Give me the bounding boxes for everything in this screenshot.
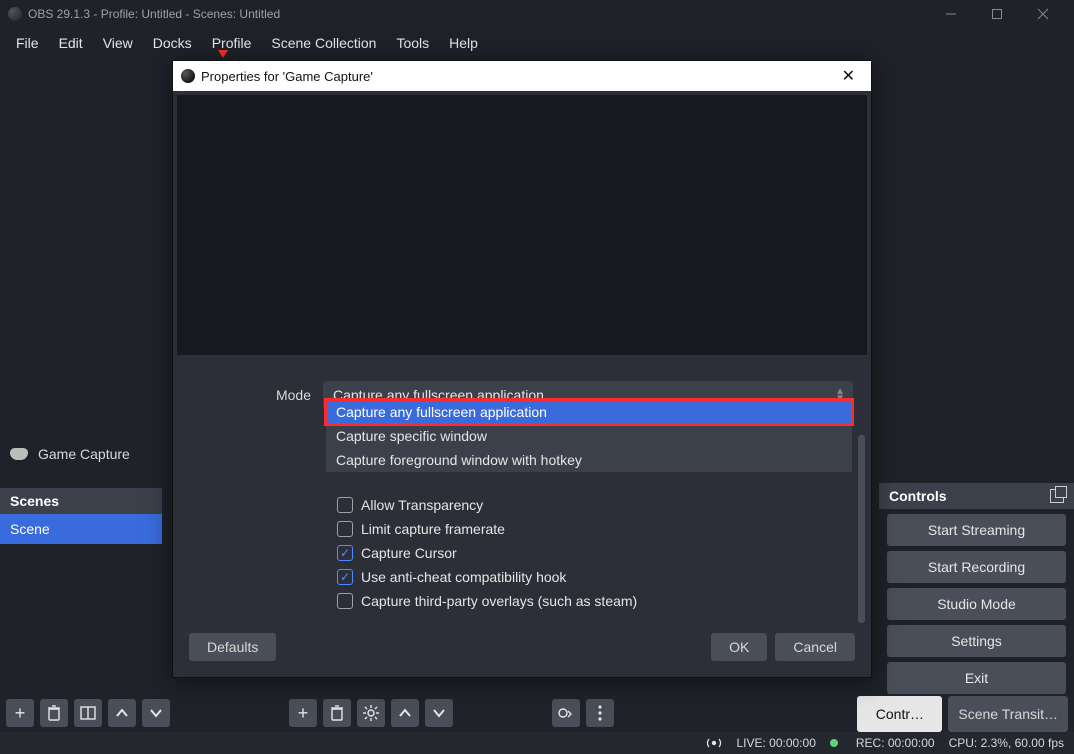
checkbox-icon [337,521,353,537]
controls-dock: Controls Start Streaming Start Recording… [879,483,1074,699]
studio-mode-button[interactable]: Studio Mode [887,588,1066,620]
dialog-form: Mode Capture any fullscreen application … [173,359,871,621]
thirdparty-overlays-row[interactable]: Capture third-party overlays (such as st… [337,593,853,609]
rec-dot-icon [830,739,838,747]
add-scene-button[interactable]: + [6,699,34,727]
allow-transparency-row[interactable]: Allow Transparency [337,497,853,513]
start-streaming-button[interactable]: Start Streaming [887,514,1066,546]
left-docks: Game Capture Scenes Scene [0,438,162,694]
settings-button[interactable]: Settings [887,625,1066,657]
menu-view[interactable]: View [93,31,143,55]
annotation-arrow-icon [218,50,228,58]
minimize-button[interactable] [928,0,974,28]
dialog-scrollbar[interactable] [858,435,865,623]
mixer-menu-button[interactable] [586,699,614,727]
source-move-down-button[interactable] [425,699,453,727]
status-cpu: CPU: 2.3%, 60.00 fps [949,736,1064,750]
dialog-title: Properties for 'Game Capture' [201,69,373,84]
exit-button[interactable]: Exit [887,662,1066,694]
remove-source-button[interactable] [323,699,351,727]
dialog-titlebar[interactable]: Properties for 'Game Capture' ✕ [173,61,871,91]
checkbox-label: Limit capture framerate [361,521,505,537]
checkbox-label: Allow Transparency [361,497,483,513]
source-preview [177,95,867,355]
tab-scene-transitions[interactable]: Scene Transit… [948,696,1068,732]
properties-dialog: Properties for 'Game Capture' ✕ Mode Cap… [172,60,872,678]
anticheat-row[interactable]: ✓ Use anti-cheat compatibility hook [337,569,853,585]
tab-controls[interactable]: Contr… [857,696,942,732]
scenes-toolbar: + [6,699,170,727]
obs-logo-icon [181,69,195,83]
mode-option-fullscreen[interactable]: Capture any fullscreen application [326,400,852,424]
defaults-button[interactable]: Defaults [189,633,276,661]
close-button[interactable] [1020,0,1066,28]
menu-scene-collection[interactable]: Scene Collection [261,31,386,55]
checkbox-label: Capture third-party overlays (such as st… [361,593,637,609]
checkbox-icon [337,593,353,609]
dialog-close-button[interactable]: ✕ [834,66,863,86]
scene-filters-button[interactable] [74,699,102,727]
obs-logo-icon [8,7,22,21]
start-recording-button[interactable]: Start Recording [887,551,1066,583]
source-item-label: Game Capture [38,446,130,462]
window-title: OBS 29.1.3 - Profile: Untitled - Scenes:… [28,7,928,21]
dock-tabs: Contr… Scene Transit… [857,696,1068,732]
mixer-toolbar [552,699,614,727]
source-properties-button[interactable] [357,699,385,727]
dialog-buttons: Defaults OK Cancel [173,621,871,677]
limit-framerate-row[interactable]: Limit capture framerate [337,521,853,537]
checkbox-label: Capture Cursor [361,545,457,561]
source-move-up-button[interactable] [391,699,419,727]
menu-bar: File Edit View Docks Profile Scene Colle… [0,28,1074,58]
broadcast-icon [706,737,722,749]
status-bar: LIVE: 00:00:00 REC: 00:00:00 CPU: 2.3%, … [0,732,1074,754]
mode-option-specific-window[interactable]: Capture specific window [326,424,852,448]
checkbox-checked-icon: ✓ [337,545,353,561]
controls-header: Controls [889,488,947,504]
ok-button[interactable]: OK [711,633,767,661]
capture-cursor-row[interactable]: ✓ Capture Cursor [337,545,853,561]
checkbox-icon [337,497,353,513]
gamepad-icon [10,448,28,460]
scenes-header: Scenes [0,488,162,514]
source-item-game-capture[interactable]: Game Capture [0,438,162,470]
mixer-settings-button[interactable] [552,699,580,727]
menu-help[interactable]: Help [439,31,488,55]
scene-item-selected[interactable]: Scene [0,514,162,544]
status-rec: REC: 00:00:00 [856,736,935,750]
menu-file[interactable]: File [6,31,49,55]
status-live: LIVE: 00:00:00 [736,736,815,750]
checkbox-label: Use anti-cheat compatibility hook [361,569,566,585]
mode-label: Mode [191,387,311,403]
sources-toolbar: + [289,699,453,727]
remove-scene-button[interactable] [40,699,68,727]
scene-move-up-button[interactable] [108,699,136,727]
menu-docks[interactable]: Docks [143,31,202,55]
maximize-button[interactable] [974,0,1020,28]
add-source-button[interactable]: + [289,699,317,727]
menu-tools[interactable]: Tools [386,31,439,55]
mode-option-foreground-hotkey[interactable]: Capture foreground window with hotkey [326,448,852,472]
scene-move-down-button[interactable] [142,699,170,727]
menu-edit[interactable]: Edit [49,31,93,55]
window-titlebar: OBS 29.1.3 - Profile: Untitled - Scenes:… [0,0,1074,28]
checkbox-checked-icon: ✓ [337,569,353,585]
menu-profile[interactable]: Profile [202,31,262,55]
undock-icon[interactable] [1050,489,1064,503]
cancel-button[interactable]: Cancel [775,633,855,661]
mode-dropdown: Capture any fullscreen application Captu… [325,399,853,473]
